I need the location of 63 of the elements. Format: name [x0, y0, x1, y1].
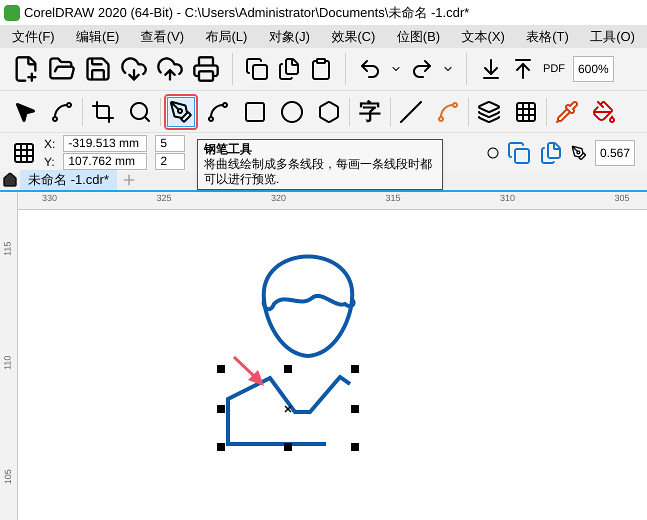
ruler-label: 305	[614, 192, 630, 205]
selection-handles-drawing[interactable]	[217, 365, 359, 451]
pen-icon	[169, 100, 193, 124]
pen-icon	[571, 144, 587, 160]
copy-icon[interactable]	[245, 57, 269, 81]
window-title: CorelDRAW 2020 (64-Bit) - C:\Users\Administrator\Documents\未命名 -1.cdr*	[24, 4, 470, 22]
hexagon-icon	[317, 100, 341, 124]
menu-item[interactable]: 查看(V)	[140, 26, 184, 46]
y-label: Y:	[44, 154, 56, 170]
drawn-path[interactable]	[226, 374, 352, 446]
menu-item[interactable]: 工具(O)	[590, 26, 635, 46]
menu-item[interactable]: 表格(T)	[526, 26, 569, 46]
eyedropper-icon	[555, 100, 579, 124]
x-field[interactable]: -319.513 mm	[63, 135, 148, 152]
menu-item[interactable]: 位图(B)	[396, 26, 440, 46]
home-icon[interactable]	[2, 172, 18, 188]
y-field[interactable]: 107.762 mm	[63, 153, 148, 170]
menu-item[interactable]: 编辑(E)	[76, 26, 120, 46]
printer-icon[interactable]	[192, 55, 220, 83]
height-field[interactable]: 2	[155, 153, 186, 170]
node-icon[interactable]	[487, 146, 499, 158]
app-logo-icon	[4, 4, 20, 20]
connector-icon	[436, 100, 460, 124]
width-field[interactable]: 5	[155, 135, 186, 152]
undo-icon[interactable]	[358, 57, 382, 81]
tooltip-text: 将曲线绘制成多条线段，每画一条线段时都可以进行预览.	[204, 157, 433, 187]
cloud-download-icon[interactable]	[120, 55, 148, 83]
ruler-label: 110	[1, 356, 14, 370]
menu-item[interactable]: 文本(X)	[461, 26, 505, 46]
paint-bucket-icon	[592, 100, 616, 124]
ruler-label: 315	[386, 192, 401, 205]
save-icon[interactable]	[84, 55, 112, 83]
tooltip-title: 钢笔工具	[204, 142, 253, 157]
ruler-label: 325	[156, 192, 172, 205]
x-label: X:	[44, 136, 56, 152]
cloud-upload-icon[interactable]	[156, 55, 184, 83]
ruler-label: 115	[1, 242, 14, 256]
crop-icon	[91, 100, 115, 124]
outline-width-field[interactable]: 0.567	[595, 140, 635, 166]
search-icon	[128, 100, 152, 124]
tool-button[interactable]	[167, 96, 195, 126]
zoom-field[interactable]: 600%	[573, 56, 614, 82]
line-icon	[399, 100, 423, 124]
rectangle-icon	[243, 100, 267, 124]
ruler-label: 310	[500, 192, 516, 205]
curve-icon	[206, 100, 230, 124]
ruler-label: 320	[271, 192, 286, 205]
menu-item[interactable]: 布局(L)	[205, 26, 248, 46]
ruler-label: 105	[2, 469, 14, 484]
clipboard-icon[interactable]	[309, 57, 333, 81]
tool-button[interactable]: 字	[356, 96, 384, 126]
pdf-button[interactable]: PDF	[543, 64, 565, 74]
files-icon[interactable]	[277, 57, 301, 81]
menu-item[interactable]: 对象(J)	[268, 26, 310, 46]
menu-item[interactable]: 文件(F)	[12, 26, 55, 46]
shape-tool-icon	[50, 100, 74, 124]
document-tab[interactable]: 未命名 -1.cdr*	[20, 170, 117, 190]
menu-item[interactable]: 效果(C)	[331, 26, 376, 46]
text-tool-glyph: 字	[359, 100, 381, 122]
arrow	[232, 356, 264, 386]
circle-icon	[280, 100, 304, 124]
redo-icon[interactable]	[410, 57, 434, 81]
ruler-label: 330	[42, 192, 58, 205]
